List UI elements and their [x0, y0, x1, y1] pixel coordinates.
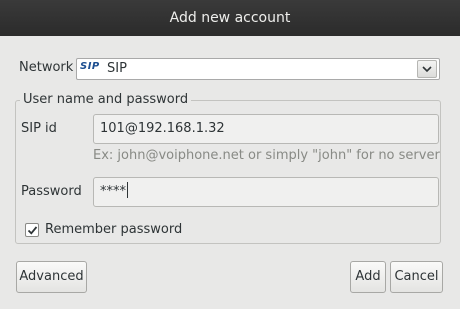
sip-logo-icon: SIP: [80, 61, 100, 72]
remember-password-checkbox[interactable]: [25, 223, 39, 237]
cancel-button[interactable]: Cancel: [390, 261, 443, 293]
text-caret: [127, 182, 128, 198]
password-input[interactable]: ****: [93, 177, 439, 207]
sip-id-input[interactable]: 101@192.168.1.32: [93, 114, 439, 144]
dialog-content: Network SIP SIP User name and password S…: [0, 36, 460, 309]
network-dropdown-button[interactable]: [417, 60, 437, 78]
dialog-title: Add new account: [0, 0, 460, 36]
checkmark-icon: [27, 226, 38, 235]
password-value: ****: [100, 184, 126, 199]
credentials-group-title: User name and password: [20, 92, 192, 107]
network-selected-value: SIP: [107, 61, 127, 76]
add-account-dialog: Add new account Network SIP SIP User nam…: [0, 0, 460, 309]
remember-password-label[interactable]: Remember password: [45, 222, 182, 237]
sip-id-hint: Ex: john@voiphone.net or simply "john" f…: [93, 148, 440, 163]
password-label: Password: [21, 184, 82, 199]
network-label: Network: [19, 60, 74, 75]
sip-id-label: SIP id: [21, 121, 57, 136]
network-select[interactable]: SIP SIP: [76, 58, 440, 80]
advanced-button[interactable]: Advanced: [16, 261, 87, 293]
add-button[interactable]: Add: [350, 261, 386, 293]
chevron-down-icon: [422, 66, 432, 73]
